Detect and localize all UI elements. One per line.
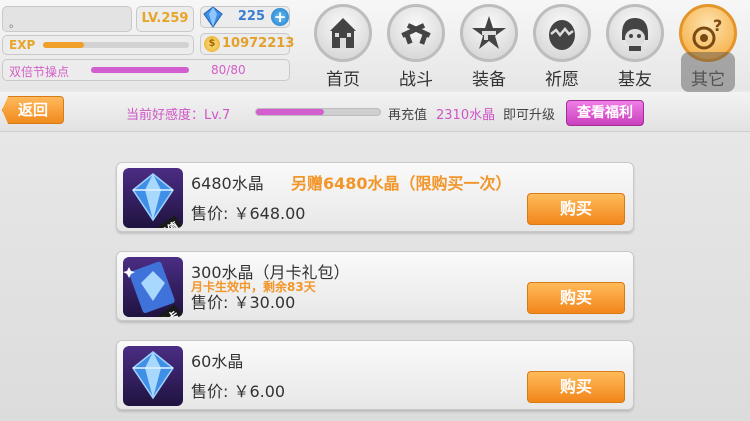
favor-header: 返回 当前好感度：Lv.7 再充值 2310水晶 即可升级 查看福利 xyxy=(0,92,750,132)
coin-counter: $ 10972213 xyxy=(200,33,294,55)
player-level: LV.259 xyxy=(136,6,194,32)
crossed-guns-icon xyxy=(401,23,431,45)
castle-icon xyxy=(330,18,356,48)
svg-text:?: ? xyxy=(713,16,722,35)
nav-other[interactable]: ? 其它 xyxy=(677,4,739,92)
product-price: 售价: ￥6.00 xyxy=(191,382,286,401)
festival-bar-fill xyxy=(91,67,189,73)
crystal-icon xyxy=(203,6,223,28)
exp-bar-fill xyxy=(43,42,84,48)
nav-wish-label: 祈愿 xyxy=(545,70,579,90)
crystal-pack-image xyxy=(123,346,183,406)
crystal-pack-image: 超值 xyxy=(123,168,183,228)
crystal-icon xyxy=(131,351,175,400)
nav-selected-overlay xyxy=(681,52,735,92)
product-price: 售价: ￥648.00 xyxy=(191,204,306,223)
product-card: 超值 6480水晶 另赠6480水晶（限购买一次） 售价: ￥648.00 购买 xyxy=(116,162,634,232)
gem-counter: 225 + xyxy=(200,6,290,28)
star-gun-icon xyxy=(472,16,506,49)
nav-equipment-label: 装备 xyxy=(472,70,506,90)
nav-battle[interactable]: 战斗 xyxy=(385,4,447,90)
nav-battle-label: 战斗 xyxy=(399,70,433,90)
player-name: 。 xyxy=(2,6,132,32)
recharge-label: 再充值 xyxy=(388,108,428,123)
product-bonus: 另赠6480水晶（限购买一次） xyxy=(291,174,512,193)
buy-button[interactable]: 购买 xyxy=(527,282,625,314)
nav-home[interactable]: 首页 xyxy=(312,4,374,90)
gem-count: 225 xyxy=(237,9,265,24)
crystal-pack-image: 月卡 xyxy=(123,257,183,317)
upgrade-label: 即可升级 xyxy=(503,108,556,123)
favor-level-label: 当前好感度：Lv.7 xyxy=(126,108,231,123)
exp-bar xyxy=(43,42,189,48)
back-button[interactable]: 返回 xyxy=(2,96,64,124)
festival-bar xyxy=(91,67,189,73)
product-card: 月卡 300水晶（月卡礼包） 月卡生效中，剩余83天 售价: ￥30.00 购买 xyxy=(116,251,634,321)
coin-count: 10972213 xyxy=(222,36,295,51)
add-gems-button[interactable]: + xyxy=(271,8,289,26)
egg-icon xyxy=(549,20,575,50)
favor-bar xyxy=(255,108,381,116)
nav-friends-label: 基友 xyxy=(618,70,652,90)
exp-bar-container: EXP xyxy=(2,35,194,55)
buy-button[interactable]: 购买 xyxy=(527,193,625,225)
nav-friends[interactable]: 基友 xyxy=(604,4,666,90)
product-title: 6480水晶 xyxy=(191,174,264,193)
top-status-bar: 。 LV.259 225 + EXP $ 10972213 双倍节操点 80/8… xyxy=(0,0,750,92)
favor-bar-fill xyxy=(256,109,325,115)
view-benefits-button[interactable]: 查看福利 xyxy=(566,100,644,126)
product-card: 60水晶 售价: ￥6.00 购买 xyxy=(116,340,634,410)
nav-equipment[interactable]: 装备 xyxy=(458,4,520,90)
product-price: 售价: ￥30.00 xyxy=(191,293,296,312)
coin-icon: $ xyxy=(204,36,220,52)
friend-face-icon xyxy=(622,18,648,51)
nav-home-label: 首页 xyxy=(326,70,360,90)
festival-label: 双倍节操点 xyxy=(9,65,70,79)
exp-label: EXP xyxy=(9,38,36,52)
recharge-amount: 2310水晶 xyxy=(436,108,496,123)
festival-value: 80/80 xyxy=(211,63,246,77)
target-question-icon: ? xyxy=(692,16,722,50)
festival-points-bar: 双倍节操点 80/80 xyxy=(2,59,290,81)
nav-wish[interactable]: 祈愿 xyxy=(531,4,593,90)
product-title: 60水晶 xyxy=(191,352,244,371)
buy-button[interactable]: 购买 xyxy=(527,371,625,403)
